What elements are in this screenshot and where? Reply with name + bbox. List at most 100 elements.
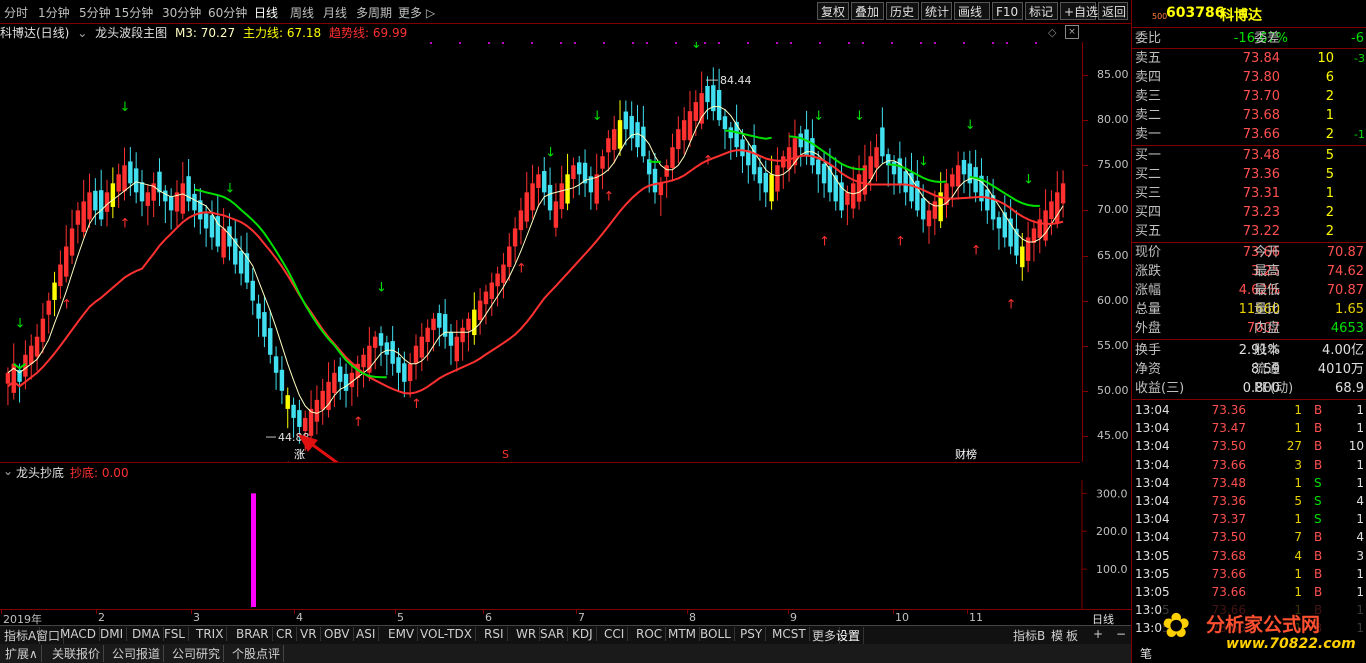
period-tab-10[interactable]: 更多 ▷ <box>398 4 435 21</box>
candle-body[interactable] <box>856 174 862 202</box>
indicator-tab-22[interactable]: PSY <box>737 627 767 641</box>
candle-body[interactable] <box>221 228 226 258</box>
toolbar-button-5[interactable]: F10 <box>992 2 1023 20</box>
ask-row[interactable]: 卖二 73.68 1 <box>1132 106 1366 125</box>
candle-body[interactable] <box>874 147 879 168</box>
candle-body[interactable] <box>1008 218 1013 247</box>
diamond-icon[interactable]: ◇ <box>1048 26 1056 39</box>
candle-body[interactable] <box>996 217 1002 229</box>
toolbar-button-2[interactable]: 历史 <box>886 2 919 20</box>
candle-body[interactable] <box>69 228 75 256</box>
candle-body[interactable] <box>955 165 961 187</box>
bid-row[interactable]: 买二 73.36 5 <box>1132 165 1366 184</box>
bottom-tab-1[interactable]: 关联报价 <box>49 645 105 662</box>
candle-body[interactable] <box>507 246 512 267</box>
candle-body[interactable] <box>705 85 710 103</box>
period-tab-8[interactable]: 月线 <box>323 4 347 21</box>
candle-body[interactable] <box>816 159 821 175</box>
candle-body[interactable] <box>1043 210 1048 241</box>
candle-body[interactable] <box>961 159 967 175</box>
indicator-tab-12[interactable]: EMV <box>385 627 419 641</box>
candle-body[interactable] <box>851 183 856 209</box>
candle-body[interactable] <box>63 246 69 277</box>
candle-body[interactable] <box>553 201 559 228</box>
candle-body[interactable] <box>1020 246 1025 268</box>
toolbar-button-4[interactable]: 画线 <box>954 2 990 20</box>
candle-body[interactable] <box>203 213 209 229</box>
candle-body[interactable] <box>46 300 51 315</box>
candle-body[interactable] <box>104 192 110 212</box>
indicator-tab-19[interactable]: ROC <box>633 627 667 641</box>
candle-body[interactable] <box>670 147 675 168</box>
period-tab-7[interactable]: 周线 <box>290 4 314 21</box>
indicator-tab-10[interactable]: OBV <box>321 627 354 641</box>
candle-body[interactable] <box>524 192 529 222</box>
bottom-tab-4[interactable]: 个股点评 <box>229 645 285 662</box>
candle-body[interactable] <box>291 404 296 418</box>
candle-body[interactable] <box>845 192 850 205</box>
candle-body[interactable] <box>734 121 739 148</box>
candle-body[interactable] <box>483 291 489 305</box>
candle-body[interactable] <box>337 366 343 382</box>
candle-body[interactable] <box>676 129 681 150</box>
candle-body[interactable] <box>332 372 337 394</box>
candle-body[interactable] <box>431 318 436 331</box>
candle-body[interactable] <box>1060 183 1066 204</box>
period-tab-3[interactable]: 15分钟 <box>114 4 153 21</box>
main-candlestick-chart[interactable]: ↓↓↓↓↓↓↓↓↓↓↓↓↑↑↑↑↑↑↑↑↑↑↑↑84.4444.88涨S财榜 <box>0 42 1082 462</box>
candle-body[interactable] <box>163 190 168 202</box>
candle-body[interactable] <box>641 126 646 157</box>
candle-body[interactable] <box>985 189 990 211</box>
candle-body[interactable] <box>920 198 926 220</box>
candle-body[interactable] <box>932 201 938 219</box>
candle-body[interactable] <box>460 327 465 343</box>
candle-body[interactable] <box>361 354 366 368</box>
candle-body[interactable] <box>559 183 564 210</box>
candle-body[interactable] <box>390 341 395 364</box>
candle-body[interactable] <box>139 182 145 202</box>
candle-body[interactable] <box>501 264 506 283</box>
candle-body[interactable] <box>547 184 553 211</box>
candle-body[interactable] <box>273 356 279 373</box>
period-tab-4[interactable]: 30分钟 <box>162 4 201 21</box>
candle-body[interactable] <box>320 390 325 410</box>
candle-body[interactable] <box>687 111 693 141</box>
indicator-tab-8[interactable]: CR <box>273 627 297 641</box>
candle-body[interactable] <box>87 192 92 220</box>
candle-body[interactable] <box>5 372 11 384</box>
indicator-tab-23[interactable]: MCST <box>769 627 810 641</box>
bid-row[interactable]: 买一 73.48 5 <box>1132 146 1366 165</box>
candle-body[interactable] <box>378 333 384 346</box>
candle-body[interactable] <box>681 120 687 141</box>
candle-body[interactable] <box>1049 201 1054 220</box>
bottom-tab-3[interactable]: 公司研究 <box>169 645 225 662</box>
candle-body[interactable] <box>93 190 98 211</box>
period-tab-9[interactable]: 多周期 <box>356 4 392 21</box>
candle-body[interactable] <box>34 336 40 357</box>
candle-body[interactable] <box>279 369 285 391</box>
candle-body[interactable] <box>518 210 524 231</box>
candle-body[interactable] <box>128 161 133 184</box>
candle-body[interactable] <box>617 120 623 149</box>
candle-body[interactable] <box>623 111 629 130</box>
candle-body[interactable] <box>407 363 413 382</box>
candle-body[interactable] <box>775 165 780 192</box>
candle-body[interactable] <box>402 363 407 382</box>
candle-body[interactable] <box>839 182 844 211</box>
ask-row[interactable]: 卖四 73.80 6 <box>1132 68 1366 87</box>
bottom-tab-2[interactable]: 公司报道 <box>109 645 165 662</box>
candle-body[interactable] <box>611 129 617 150</box>
chevron-down-icon[interactable]: ⌄ <box>77 26 87 40</box>
indicator-tab-17[interactable]: KDJ <box>569 627 597 641</box>
candle-body[interactable] <box>384 342 390 355</box>
indicator-tab-4[interactable]: DMA <box>129 627 164 641</box>
candle-body[interactable] <box>303 417 308 432</box>
event-marker-zhang[interactable]: 涨 <box>294 448 305 461</box>
indicator-right-button-4[interactable]: − <box>1113 627 1129 641</box>
indicator-right-button-2[interactable]: 板 <box>1063 627 1081 644</box>
candle-body[interactable] <box>495 273 500 287</box>
candle-body[interactable] <box>472 309 477 336</box>
candle-body[interactable] <box>536 174 541 188</box>
chevron-down-icon[interactable]: ⌄ <box>3 464 13 478</box>
candle-body[interactable] <box>769 174 774 202</box>
